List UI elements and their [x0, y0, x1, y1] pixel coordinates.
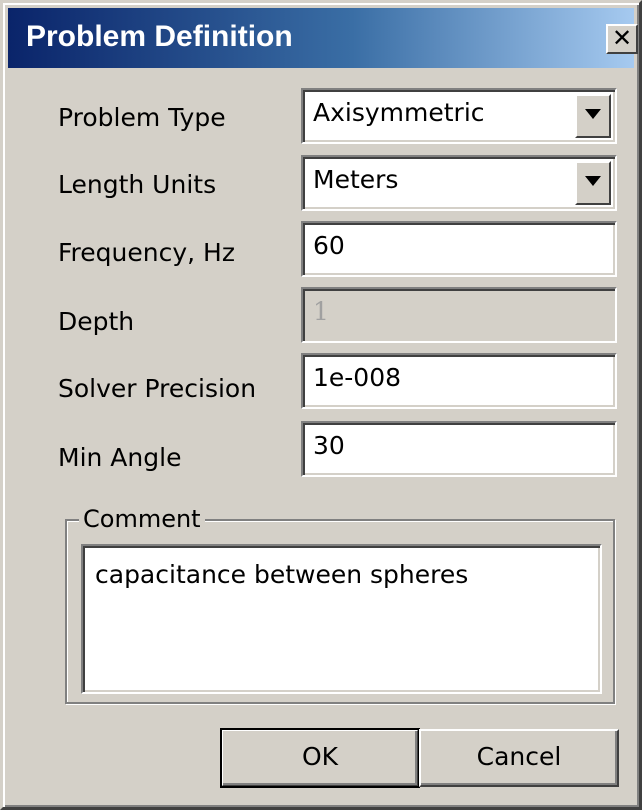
dialog-title: Problem Definition	[26, 20, 293, 53]
comment-group-label: Comment	[79, 505, 205, 533]
frequency-input[interactable]: 60	[301, 221, 617, 277]
problem-type-value: Axisymmetric	[313, 98, 485, 127]
comment-text: capacitance between spheres	[95, 560, 469, 589]
close-button[interactable]: ✕	[606, 24, 638, 54]
chevron-down-icon	[585, 176, 601, 186]
problem-type-label: Problem Type	[58, 103, 226, 132]
length-units-value: Meters	[313, 165, 399, 194]
depth-input: 1	[301, 287, 617, 343]
title-bar: Problem Definition ✕	[8, 8, 638, 68]
problem-definition-dialog: Problem Definition ✕ Problem Type Axisym…	[0, 0, 642, 810]
length-units-select[interactable]: Meters	[301, 155, 617, 211]
min-angle-label: Min Angle	[58, 443, 182, 472]
solver-precision-label: Solver Precision	[58, 374, 257, 403]
chevron-down-icon	[585, 109, 601, 119]
min-angle-input[interactable]: 30	[301, 421, 617, 477]
cancel-button[interactable]: Cancel	[419, 729, 619, 787]
solver-precision-input[interactable]: 1e-008	[301, 353, 617, 409]
ok-button[interactable]: OK	[220, 728, 420, 788]
close-icon: ✕	[611, 24, 633, 52]
depth-value: 1	[313, 297, 329, 326]
length-units-label: Length Units	[58, 170, 217, 199]
frequency-label: Frequency, Hz	[58, 238, 235, 267]
problem-type-dropdown-button[interactable]	[575, 94, 611, 138]
solver-precision-value: 1e-008	[313, 363, 402, 392]
depth-label: Depth	[58, 307, 135, 336]
comment-textarea[interactable]: capacitance between spheres	[81, 544, 602, 694]
problem-type-select[interactable]: Axisymmetric	[301, 88, 617, 144]
frequency-value: 60	[313, 231, 345, 260]
min-angle-value: 30	[313, 431, 345, 460]
length-units-dropdown-button[interactable]	[575, 161, 611, 205]
